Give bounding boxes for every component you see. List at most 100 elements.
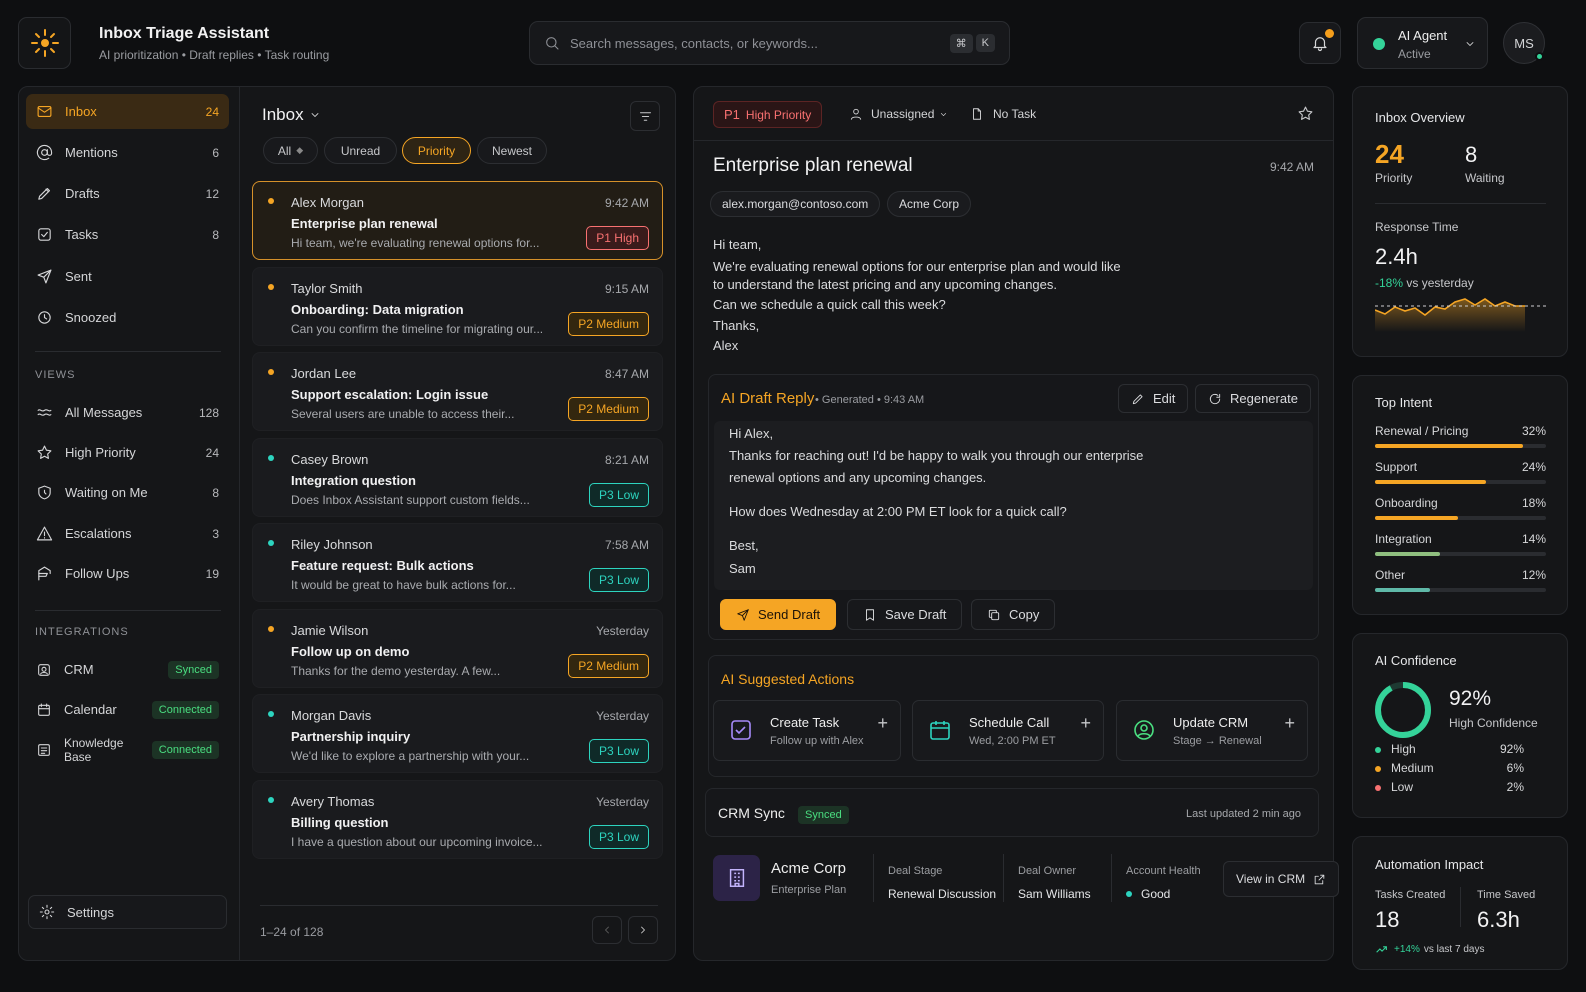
message-body-line: Thanks, [713,318,760,333]
crm-sync-title: CRM Sync [718,805,785,821]
copy-draft-button[interactable]: Copy [971,599,1056,630]
filter-all[interactable]: All ◆ [263,137,318,164]
message-item[interactable]: Riley Johnson 7:58 AM Feature request: Bul… [252,523,663,602]
star-button[interactable] [1297,105,1314,122]
app-logo[interactable] [18,17,71,69]
message-subject: Integration question [291,472,416,488]
document-icon [973,108,981,120]
inbox-title-dropdown[interactable]: Inbox [262,105,321,125]
message-item[interactable]: Avery Thomas Yesterday Billing question I h… [252,779,663,859]
regenerate-button[interactable]: Regenerate [1195,384,1311,413]
search-bar[interactable]: ⌘ K [529,21,1010,65]
sidebar-item-high-priority[interactable]: High Priority 24 [26,435,229,470]
online-dot [1535,52,1544,61]
message-sender: Morgan Davis [291,708,372,723]
sidebar-item-calendar[interactable]: Calendar Connected [26,692,229,727]
draft-line: renewal options and any upcoming changes… [729,470,987,485]
assignee-dropdown[interactable]: Unassigned [849,107,948,121]
confidence-title: AI Confidence [1375,653,1457,668]
search-input[interactable] [570,35,947,51]
prev-page-button[interactable] [592,916,622,944]
message-item[interactable]: Jamie Wilson Yesterday Follow up on demo Th… [252,608,663,688]
action-create-task[interactable]: Create Task Follow up with Alex + [713,700,901,761]
copy-icon [988,609,1000,620]
intent-bar-fill [1375,516,1459,520]
sidebar-item-label: Mentions [65,145,118,160]
company-chip[interactable]: Acme Corp [887,191,972,217]
sidebar-item-waiting[interactable]: Waiting on Me 8 [26,475,229,510]
sidebar-item-count: 6 [212,145,219,160]
message-time: Yesterday [596,794,649,809]
priority-count-label: Priority [1375,171,1413,185]
sidebar-item-inbox[interactable]: Inbox 24 [26,94,229,129]
message-item[interactable]: Jordan Lee 8:47 AM Support escalation: Log… [252,352,663,431]
user-avatar[interactable]: MS [1503,22,1545,64]
settings-button[interactable]: Settings [28,895,227,929]
sidebar-item-count: 24 [205,445,219,460]
edit-draft-button[interactable]: Edit [1118,384,1189,413]
task-link[interactable]: No Task [970,107,1036,121]
message-item[interactable]: Alex Morgan 9:42 AM Enterprise plan renewa… [252,181,663,260]
crm-icon [38,663,50,676]
priority-badge: P3 Low [588,482,649,507]
message-item[interactable]: Casey Brown 8:21 AM Integration question Do… [252,437,663,517]
message-preview: Hi team, we're evaluating renewal option… [291,236,540,250]
filter-unread[interactable]: Unread [324,137,397,164]
filter-priority[interactable]: Priority [402,137,471,164]
sidebar-item-snoozed[interactable]: Snoozed [26,300,229,335]
sidebar-item-all-messages[interactable]: All Messages 128 [26,395,229,430]
deal-stage-value: Renewal Discussion [888,887,997,901]
pencil-icon [1132,393,1143,404]
sidebar-item-sent[interactable]: Sent [26,259,229,294]
draft-text-area[interactable]: Hi Alex, Thanks for reaching out! I'd be… [714,421,1313,590]
waves-icon [37,409,52,416]
sidebar-item-knowledge-base[interactable]: Knowledge Base Connected [26,732,229,767]
plus-icon[interactable]: + [1284,713,1295,734]
save-draft-button[interactable]: Save Draft [847,599,963,630]
sidebar-item-count: 12 [205,186,219,201]
sidebar-divider [35,610,221,611]
crm-last-updated: Last updated 2 min ago [1186,808,1301,820]
sidebar-item-label: CRM [64,662,94,677]
sidebar-item-escalations[interactable]: Escalations 3 [26,516,229,551]
intent-percent: 32% [1521,424,1546,438]
settings-label: Settings [67,904,114,920]
user-circle-icon [1134,720,1154,740]
filter-newest[interactable]: Newest [477,137,547,164]
message-item[interactable]: Morgan Davis Yesterday Partnership inquiry… [252,694,663,773]
sidebar-item-label: Snoozed [65,310,117,325]
chevron-right-icon [641,926,645,934]
action-schedule-call[interactable]: Schedule Call Wed, 2:00 PM ET + [912,700,1104,761]
notifications-button[interactable] [1299,22,1341,64]
sidebar-item-follow-ups[interactable]: Follow Ups 19 [26,556,229,591]
response-change-value: -18% [1375,276,1404,290]
plus-icon[interactable]: + [1080,713,1091,734]
sidebar-item-crm[interactable]: CRM Synced [26,652,229,687]
confidence-label: High Confidence [1449,716,1538,730]
chevron-down-icon [311,113,318,117]
sidebar-item-tasks[interactable]: Tasks 8 [26,217,229,252]
next-page-button[interactable] [628,916,658,944]
health-dot [1126,891,1132,897]
priority-prefix: P1 [724,107,740,122]
message-item[interactable]: Taylor Smith 9:15 AM Onboarding: Data migr… [252,266,663,346]
task-label: No Task [993,107,1037,121]
action-update-crm[interactable]: Update CRM Stage → Renewal + [1116,700,1308,761]
sender-email-chip[interactable]: alex.morgan@contoso.com [710,191,881,217]
intent-row: Renewal / Pricing 32% [1375,424,1546,438]
send-draft-button[interactable]: Send Draft [720,599,837,630]
top-intent-title: Top Intent [1375,395,1433,410]
sidebar-item-label: High Priority [65,445,136,460]
unread-dot [268,540,274,546]
agent-status-dropdown[interactable]: AI Agent Active [1357,17,1488,69]
detail-header-divider [694,140,1333,141]
deal-stage-label: Deal Stage [888,865,943,877]
app-title: Inbox Triage Assistant [99,25,270,42]
filter-options-button[interactable] [630,101,660,131]
plus-icon[interactable]: + [877,713,888,734]
priority-badge[interactable]: P1 High Priority [713,101,823,128]
sidebar-item-mentions[interactable]: Mentions 6 [26,135,229,170]
view-in-crm-button[interactable]: View in CRM [1223,861,1340,897]
message-subject: Enterprise plan renewal [291,216,438,231]
sidebar-item-drafts[interactable]: Drafts 12 [26,176,229,211]
